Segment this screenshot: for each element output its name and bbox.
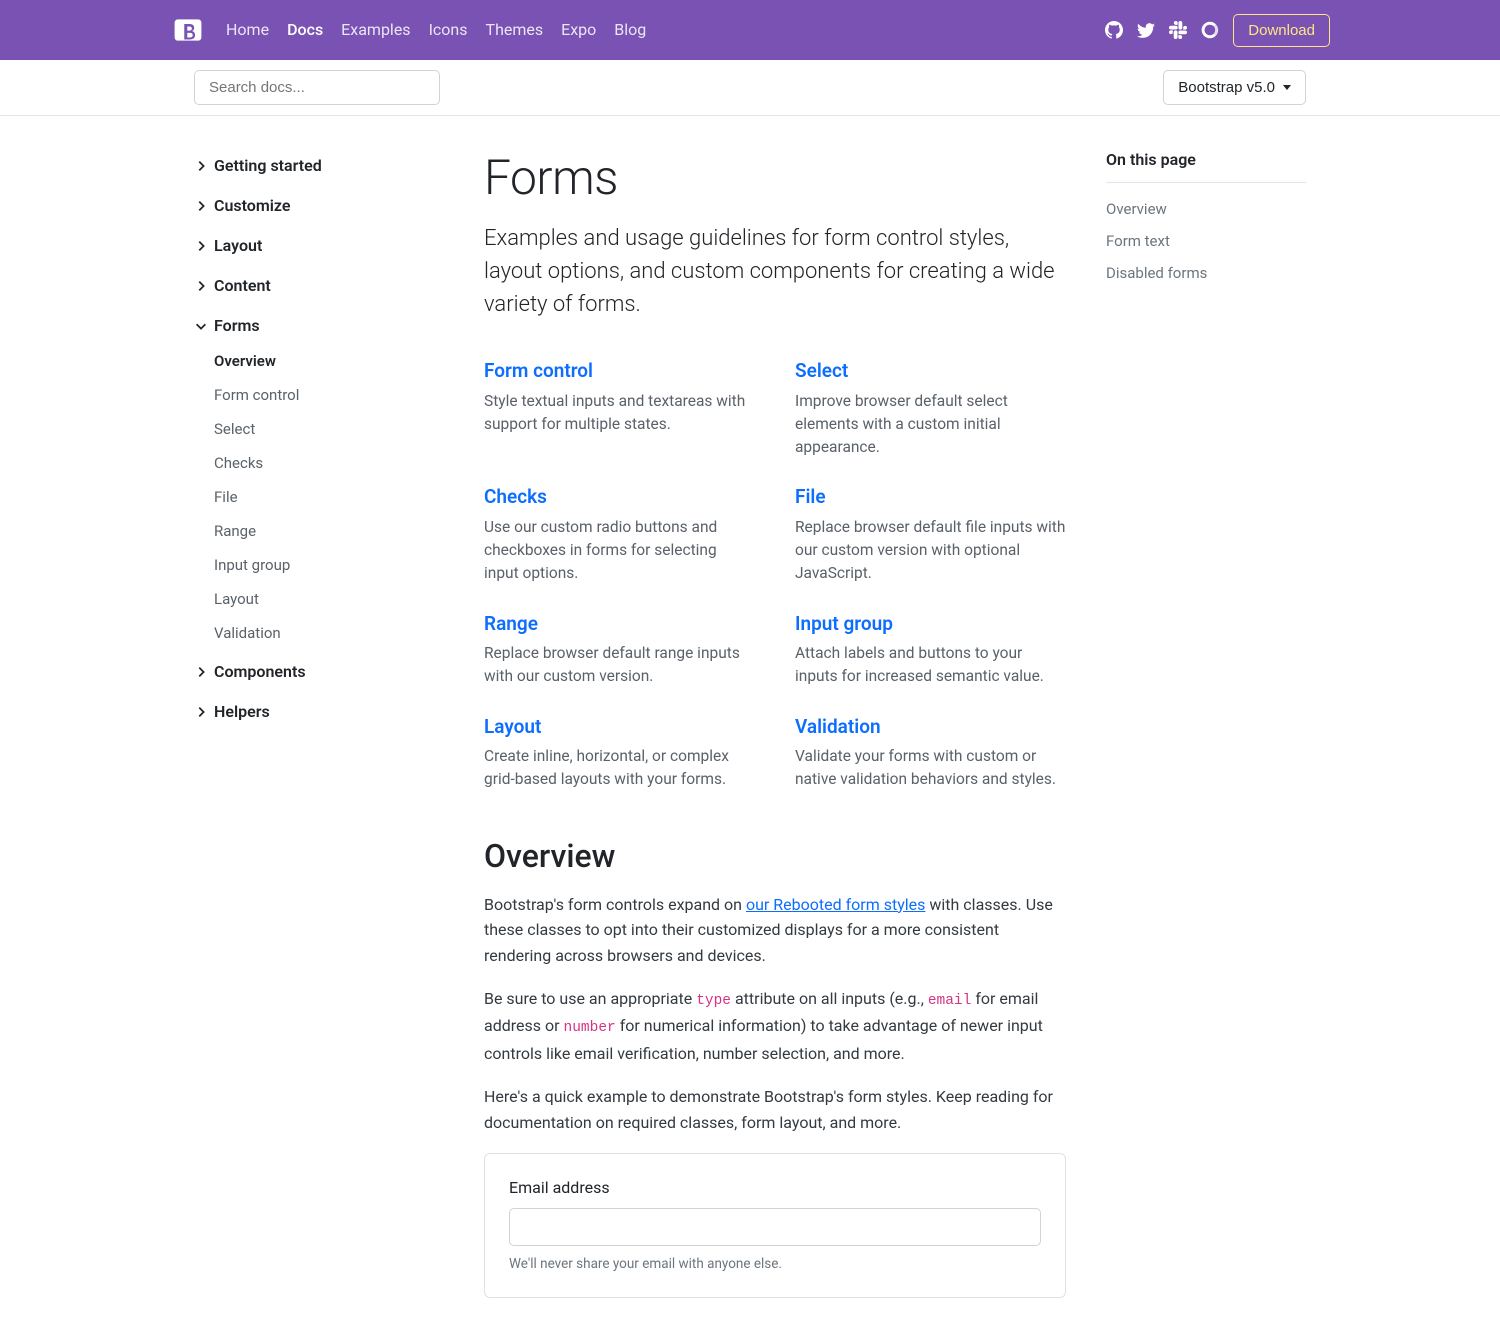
card-link-form-control[interactable]: Form control: [484, 359, 593, 382]
brand-logo[interactable]: [170, 12, 206, 48]
chevron-right-icon: [194, 199, 208, 213]
card-desc: Replace browser default range inputs wit…: [484, 642, 755, 689]
card-link-validation[interactable]: Validation: [795, 715, 881, 738]
chevron-right-icon: [194, 239, 208, 253]
page-title: Forms: [484, 142, 1066, 214]
sidebar-item-validation[interactable]: Validation: [214, 624, 281, 642]
sidebar-group-content[interactable]: Content: [194, 268, 444, 304]
sidebar-item-layout[interactable]: Layout: [214, 590, 259, 608]
card-desc: Create inline, horizontal, or complex gr…: [484, 745, 755, 792]
toc-item-disabled-forms[interactable]: Disabled forms: [1106, 264, 1207, 282]
sidebar-group-label: Helpers: [214, 700, 270, 724]
sidebar-group-label: Content: [214, 274, 271, 298]
caret-down-icon: [1283, 85, 1291, 90]
nav-expo[interactable]: Expo: [561, 20, 596, 39]
overview-heading: Overview: [484, 832, 1066, 880]
nav-icons[interactable]: Icons: [429, 20, 468, 39]
page-lead: Examples and usage guidelines for form c…: [484, 222, 1066, 321]
toc-item-form-text[interactable]: Form text: [1106, 232, 1170, 250]
form-example: Email address We'll never share your ema…: [484, 1153, 1066, 1297]
sidebar-item-overview[interactable]: Overview: [214, 352, 276, 370]
chevron-right-icon: [194, 665, 208, 679]
sidebar-group-label: Components: [214, 660, 306, 684]
chevron-right-icon: [194, 159, 208, 173]
email-field[interactable]: [509, 1208, 1041, 1246]
top-navbar: Home Docs Examples Icons Themes Expo Blo…: [0, 0, 1500, 60]
sidebar-group-label: Customize: [214, 194, 290, 218]
code-number: number: [564, 1020, 616, 1036]
rebooted-link[interactable]: our Rebooted form styles: [746, 895, 925, 914]
sidebar-group-getting-started[interactable]: Getting started: [194, 148, 444, 184]
email-help-text: We'll never share your email with anyone…: [509, 1254, 1041, 1274]
sidebar-group-layout[interactable]: Layout: [194, 228, 444, 264]
version-label: Bootstrap v5.0: [1178, 79, 1275, 96]
card-link-input-group[interactable]: Input group: [795, 612, 893, 635]
sidebar-item-checks[interactable]: Checks: [214, 454, 263, 472]
code-email: email: [928, 993, 972, 1009]
toc-title: On this page: [1106, 148, 1306, 183]
github-icon[interactable]: [1105, 21, 1123, 39]
nav-home[interactable]: Home: [226, 20, 269, 39]
nav-blog[interactable]: Blog: [614, 20, 646, 39]
sidebar-group-components[interactable]: Components: [194, 654, 444, 690]
nav-themes[interactable]: Themes: [486, 20, 544, 39]
twitter-icon[interactable]: [1137, 21, 1155, 39]
sidebar-group-label: Getting started: [214, 154, 322, 178]
primary-nav: Home Docs Examples Icons Themes Expo Blo…: [226, 18, 1105, 42]
code-type: type: [696, 993, 731, 1009]
chevron-down-icon: [194, 319, 208, 333]
table-of-contents: On this page Overview Form text Disabled…: [1106, 136, 1306, 1298]
card-link-layout[interactable]: Layout: [484, 715, 541, 738]
card-link-file[interactable]: File: [795, 485, 826, 508]
overview-paragraph-3: Here's a quick example to demonstrate Bo…: [484, 1084, 1066, 1135]
email-label: Email address: [509, 1176, 1041, 1200]
card-desc: Replace browser default file inputs with…: [795, 516, 1066, 586]
chevron-right-icon: [194, 279, 208, 293]
card-desc: Attach labels and buttons to your inputs…: [795, 642, 1066, 689]
slack-icon[interactable]: [1169, 21, 1187, 39]
chevron-right-icon: [194, 705, 208, 719]
card-desc: Improve browser default select elements …: [795, 390, 1066, 460]
download-button[interactable]: Download: [1233, 14, 1330, 47]
search-input[interactable]: [194, 70, 440, 105]
card-desc: Style textual inputs and textareas with …: [484, 390, 755, 437]
card-link-checks[interactable]: Checks: [484, 485, 547, 508]
sidebar-item-file[interactable]: File: [214, 488, 238, 506]
card-link-range[interactable]: Range: [484, 612, 538, 635]
sidebar-group-label: Forms: [214, 314, 260, 338]
version-selector[interactable]: Bootstrap v5.0: [1163, 70, 1306, 105]
sidebar-item-range[interactable]: Range: [214, 522, 256, 540]
toc-item-overview[interactable]: Overview: [1106, 200, 1167, 218]
nav-examples[interactable]: Examples: [341, 20, 410, 39]
main-content: Forms Examples and usage guidelines for …: [484, 136, 1066, 1298]
sidebar-group-forms[interactable]: Forms: [194, 308, 444, 344]
card-desc: Use our custom radio buttons and checkbo…: [484, 516, 755, 586]
sidebar-item-select[interactable]: Select: [214, 420, 255, 438]
docs-subnav: Bootstrap v5.0: [0, 60, 1500, 116]
sidebar-item-input-group[interactable]: Input group: [214, 556, 290, 574]
card-desc: Validate your forms with custom or nativ…: [795, 745, 1066, 792]
sidebar-item-form-control[interactable]: Form control: [214, 386, 299, 404]
overview-paragraph-2: Be sure to use an appropriate type attri…: [484, 986, 1066, 1066]
sidebar-group-helpers[interactable]: Helpers: [194, 694, 444, 730]
sidebar-group-label: Layout: [214, 234, 262, 258]
card-link-select[interactable]: Select: [795, 359, 848, 382]
sidebar-group-customize[interactable]: Customize: [194, 188, 444, 224]
docs-sidebar: Getting started Customize Layout Content: [194, 136, 444, 1298]
overview-paragraph-1: Bootstrap's form controls expand on our …: [484, 892, 1066, 969]
opencollective-icon[interactable]: [1201, 21, 1219, 39]
nav-docs[interactable]: Docs: [287, 20, 323, 39]
